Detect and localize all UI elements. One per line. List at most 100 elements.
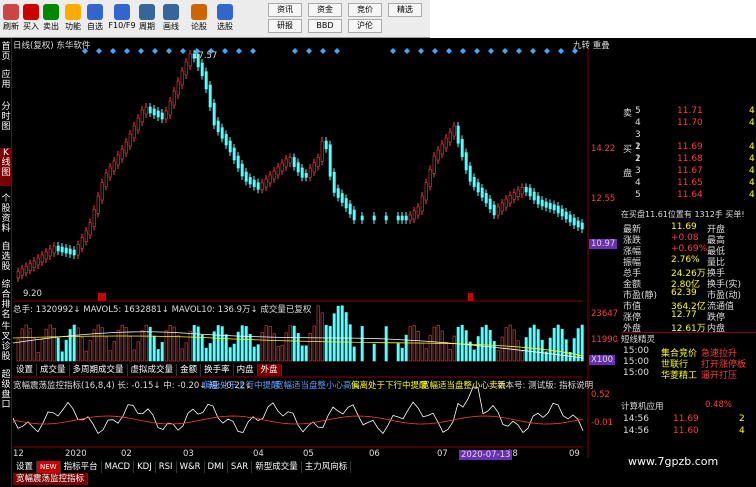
bid-volume: 4 [749,142,755,152]
自选-toolbar-button[interactable]: 自选 [84,2,106,36]
candle [576,220,580,228]
toolbar: 刷新 买入 卖出 功能 自选 F10/F9 周期 画线 论股 选股 资讯 资金 竞价 精选研报 BBD 沪伦 [0,0,430,38]
candle [272,170,276,180]
candle [240,163,244,177]
indicator-tab[interactable]: DMI [205,461,228,473]
sidebar-item-3[interactable]: K线图 [0,148,12,186]
x-axis-tick: 04 [253,449,264,459]
volume-bar [424,348,428,362]
indicator-tab[interactable]: SAR [228,461,253,473]
论股-toolbar-button[interactable]: 论股 [188,2,210,36]
sidebar-item-8[interactable]: 超级盘口 [0,370,12,410]
candle [344,198,348,209]
volume-tab[interactable]: 设置 [13,364,38,376]
indicator-tab[interactable]: 宽幅震荡监控指标 [13,473,89,485]
功能-toolbar-button[interactable]: 功能 [62,2,84,36]
volume-bar [104,336,108,362]
candle [220,127,224,139]
volume-bar [520,350,524,362]
toolbar-button-label: F10/F9 [108,21,136,30]
candle [88,222,92,236]
indicator-tab[interactable]: RSI [156,461,177,473]
volume-tab[interactable]: 虚拟成交量 [128,364,178,376]
bid-volume: 4 [749,166,755,176]
toolbar-grid-button[interactable]: 沪伦 [348,19,382,33]
toolbar-button-label: 周期 [139,22,155,31]
indicator-tab[interactable]: 新型成交量 [252,461,302,473]
toolbar-grid-button[interactable]: 资金 [308,3,342,17]
volume-bar [48,324,52,362]
volume-tab[interactable]: 多周期成交量 [70,364,128,376]
volume-tab[interactable]: 内盘 [234,364,258,376]
candle [412,210,416,220]
signal-diamond [334,48,340,54]
candle [200,62,204,76]
toolbar-button-label: 刷新 [3,22,19,31]
volume-bar [140,330,144,362]
candle [360,215,364,221]
volume-bar [420,342,424,362]
function-icon [65,4,81,20]
toolbar-grid-button[interactable]: BBD [308,19,342,33]
candle [44,251,48,260]
sidebar-item-6[interactable]: 综合排名 [0,280,12,320]
toolbar-grid-button[interactable]: 研报 [268,19,302,33]
sidebar-item-7[interactable]: 牛叉诊股 [0,322,12,362]
sidebar-item-4[interactable]: 个股资料 [0,194,12,234]
indicator-tab[interactable]: 设置 [13,461,38,473]
volume-bar [60,351,64,362]
candle [428,169,432,187]
volume-tab[interactable]: 外盘 [257,364,282,376]
volume-bar [28,328,32,362]
volume-bar [344,312,348,362]
order-status: 在买盘11.61位置有 1312手 买单! [621,210,745,219]
选股-toolbar-button[interactable]: 选股 [214,2,236,36]
volume-bar [516,340,520,362]
sidebar-item-0[interactable]: 首页 [0,42,12,62]
toolbar-grid-button[interactable]: 精选 [388,3,422,17]
bid-price: 11.64 [677,190,703,200]
toolbar-button-label: 卖出 [43,22,59,31]
toolbar-button-label: 画线 [163,22,179,31]
indicator-tab[interactable]: NEW [37,461,61,473]
candle [472,177,476,187]
sidebar-item-1[interactable]: 应用 [0,70,12,94]
bid-price: 11.69 [677,142,703,152]
toolbar-grid-button[interactable]: 竞价 [348,3,382,17]
kline-chart[interactable] [13,38,613,487]
volume-bar [252,346,256,362]
volume-bar [68,329,72,362]
candle [404,215,408,221]
volume-bar [248,333,252,362]
candle [188,53,192,67]
sidebar-item-2[interactable]: 分时图 [0,102,12,140]
F10/F9-toolbar-button[interactable]: F10/F9 [108,2,136,36]
volume-bar [272,333,276,362]
candle [172,90,176,106]
indicator-tab[interactable]: W&R [177,461,205,473]
sidebar-item-5[interactable]: 自选股 [0,242,12,272]
indicator-tab[interactable]: MACD [102,461,135,473]
candle [432,155,436,174]
卖出-toolbar-button[interactable]: 卖出 [40,2,62,36]
indicator-tab[interactable]: 主力风向标 [302,461,352,473]
candle [340,193,344,203]
current-price-tag: 10.97 [589,239,618,249]
volume-tab[interactable]: 金额 [177,364,202,376]
刷新-toolbar-button[interactable]: 刷新 [0,2,22,36]
long-line [13,415,584,425]
toolbar-grid-button[interactable]: 资讯 [268,3,302,17]
indicator-tab[interactable]: 指标平台 [61,461,102,473]
周期-toolbar-button[interactable]: 周期 [136,2,158,36]
toolbar-button-label: 买入 [23,22,39,31]
indicator-tab[interactable]: KDJ [134,461,156,473]
volume-tab[interactable]: 换手率 [201,364,234,376]
volume-bar [496,350,500,362]
volume-bar [204,347,208,362]
volume-bar [480,327,484,362]
画线-toolbar-button[interactable]: 画线 [160,2,182,36]
买入-toolbar-button[interactable]: 买入 [20,2,42,36]
volume-tab[interactable]: 成交量 [37,364,70,376]
indicator-warn: 宽幅适当盘整小心卖丢 [421,381,507,391]
chart-area: 日线(复权) 东华软件 九转 重叠 17.57 9.20 14.22 12.55… [13,38,618,487]
